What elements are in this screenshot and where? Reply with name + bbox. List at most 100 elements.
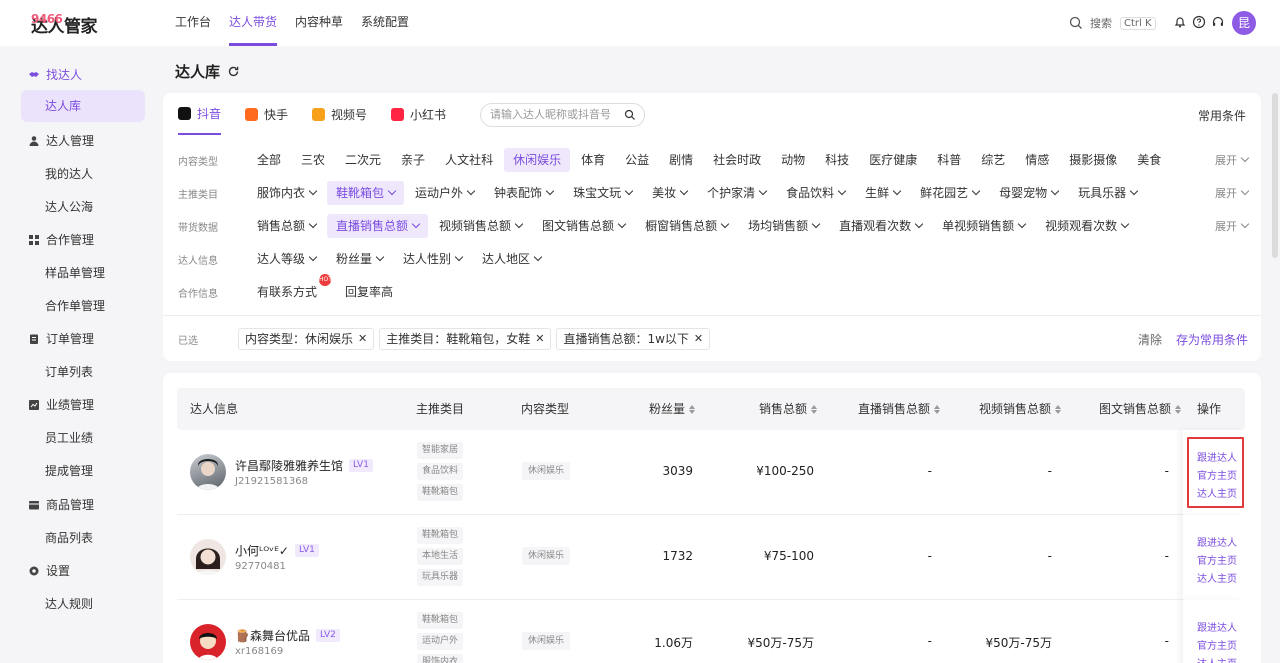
option-variety[interactable]: 综艺 [972,148,1014,172]
option-emotion[interactable]: 情感 [1016,148,1058,172]
keyword-search-input[interactable]: 请输入达人昵称或抖音号 [480,103,645,127]
dropdown-gender[interactable]: 达人性别 [394,247,471,271]
sidebar-group-find-talent[interactable]: 找达人 [28,66,82,83]
option-food[interactable]: 美食 [1128,148,1170,172]
dropdown-live-sales[interactable]: 直播销售总额 [327,214,429,238]
user-avatar[interactable]: 昆 [1232,11,1256,35]
sidebar-group-products[interactable]: 商品管理 [28,496,94,513]
avatar[interactable] [190,539,226,575]
app-logo[interactable]: 9466 达人管家 [31,12,98,37]
sidebar-item-commission[interactable]: 提成管理 [45,462,93,479]
dropdown-beauty[interactable]: 美妆 [643,181,696,205]
option-leisure[interactable]: 休闲娱乐 [504,148,571,172]
topnav-system-config[interactable]: 系统配置 [361,0,409,46]
dropdown-live-views[interactable]: 直播观看次数 [830,214,931,238]
option-agriculture[interactable]: 三农 [292,148,334,172]
th-video-sales[interactable]: 视频销售总额 [979,388,1062,430]
option-health[interactable]: 医疗健康 [860,148,926,172]
option-acg[interactable]: 二次元 [336,148,390,172]
dropdown-fresh[interactable]: 生鲜 [856,181,909,205]
sidebar-item-order-list[interactable]: 订单列表 [45,363,93,380]
dropdown-flowers[interactable]: 鲜花园艺 [911,181,988,205]
dropdown-video-sales[interactable]: 视频销售总额 [430,214,531,238]
talent-name[interactable]: 许昌鄢陵雅雅养生馆 LV1 [235,457,373,474]
close-icon[interactable]: ✕ [535,329,544,349]
search-icon[interactable] [624,109,636,121]
talent-name[interactable]: 小何ᴸᴼᵛᴱ✓ LV1 [235,542,319,559]
tab-kuaishou[interactable]: 快手 [245,93,288,135]
option-humanities[interactable]: 人文社科 [436,148,502,172]
option-current-affairs[interactable]: 社会时政 [704,148,770,172]
official-homepage-link[interactable]: 官方主页 [1197,637,1237,652]
topnav-content-seeding[interactable]: 内容种草 [295,0,343,46]
sidebar-group-talent-management[interactable]: 达人管理 [28,132,94,149]
sidebar-item-talent-pool[interactable]: 达人公海 [45,198,93,215]
expand-sales-data[interactable]: 展开 [1215,218,1250,234]
talent-homepage-link[interactable]: 达人主页 [1197,655,1237,663]
topnav-talent-sales[interactable]: 达人带货 [229,0,278,46]
official-homepage-link[interactable]: 官方主页 [1197,467,1237,482]
dropdown-region[interactable]: 达人地区 [473,247,550,271]
dropdown-jewelry[interactable]: 珠宝文玩 [564,181,641,205]
official-homepage-link[interactable]: 官方主页 [1197,552,1237,567]
topnav-workbench[interactable]: 工作台 [175,0,211,46]
sidebar-group-performance[interactable]: 业绩管理 [28,396,94,413]
dropdown-watches[interactable]: 钟表配饰 [485,181,562,205]
common-conditions-link[interactable]: 常用条件 [1198,107,1246,124]
sidebar-item-talent-rules[interactable]: 达人规则 [45,595,93,612]
option-animals[interactable]: 动物 [772,148,814,172]
follow-talent-link[interactable]: 跟进达人 [1197,449,1237,464]
sidebar-group-orders[interactable]: 订单管理 [28,330,94,347]
bell-icon[interactable] [1173,15,1187,29]
option-all[interactable]: 全部 [248,148,290,172]
tab-channels[interactable]: 视频号 [312,93,367,135]
tab-xiaohongshu[interactable]: 小红书 [391,93,446,135]
option-high-reply[interactable]: 回复率高 [336,280,402,304]
dropdown-shoes-bags[interactable]: 鞋靴箱包 [327,181,405,205]
sidebar-item-product-list[interactable]: 商品列表 [45,529,93,546]
option-tech[interactable]: 科技 [816,148,858,172]
option-photography[interactable]: 摄影摄像 [1060,148,1126,172]
follow-talent-link[interactable]: 跟进达人 [1197,619,1237,634]
th-live-sales[interactable]: 直播销售总额 [858,388,941,430]
sidebar-item-talent-library[interactable]: 达人库 [21,90,145,122]
dropdown-talent-level[interactable]: 达人等级 [248,247,325,271]
th-text-sales[interactable]: 图文销售总额 [1099,388,1182,430]
th-total-sales[interactable]: 销售总额 [759,388,818,430]
sidebar-group-settings[interactable]: 设置 [28,562,70,579]
sidebar-item-cooperation-orders[interactable]: 合作单管理 [45,297,105,314]
dropdown-single-video-sales[interactable]: 单视频销售额 [933,214,1034,238]
dropdown-avg-sales[interactable]: 场均销售额 [739,214,828,238]
expand-main-category[interactable]: 展开 [1215,185,1250,201]
th-fans[interactable]: 粉丝量 [649,388,696,430]
sidebar-item-my-talents[interactable]: 我的达人 [45,165,93,182]
dropdown-total-sales[interactable]: 销售总额 [248,214,325,238]
option-sports[interactable]: 体育 [572,148,614,172]
talent-homepage-link[interactable]: 达人主页 [1197,570,1237,585]
dropdown-food-drink[interactable]: 食品饮料 [777,181,854,205]
refresh-icon[interactable] [227,65,240,78]
help-icon[interactable] [1192,15,1206,29]
follow-talent-link[interactable]: 跟进达人 [1197,534,1237,549]
tab-douyin[interactable]: 抖音 [178,93,222,135]
dropdown-fans[interactable]: 粉丝量 [327,247,392,271]
dropdown-video-views[interactable]: 视频观看次数 [1036,214,1137,238]
avatar[interactable] [190,454,226,490]
clear-filters-button[interactable]: 清除 [1138,331,1162,348]
dropdown-text-sales[interactable]: 图文销售总额 [533,214,634,238]
page-scrollbar[interactable] [1272,93,1278,258]
talent-name[interactable]: 🪵森舞台优品 LV2 [235,627,340,644]
avatar[interactable] [190,624,226,660]
close-icon[interactable]: ✕ [694,329,703,349]
expand-content-type[interactable]: 展开 [1215,152,1250,168]
talent-homepage-link[interactable]: 达人主页 [1197,485,1237,500]
option-charity[interactable]: 公益 [616,148,658,172]
option-drama[interactable]: 剧情 [660,148,702,172]
option-parenting[interactable]: 亲子 [392,148,434,172]
option-has-contact[interactable]: 有联系方式 HOT [248,274,332,304]
sidebar-item-sample-orders[interactable]: 样品单管理 [45,264,105,281]
close-icon[interactable]: ✕ [358,329,367,349]
dropdown-showcase-sales[interactable]: 橱窗销售总额 [636,214,737,238]
dropdown-apparel[interactable]: 服饰内衣 [248,181,325,205]
sidebar-item-staff-performance[interactable]: 员工业绩 [45,429,93,446]
